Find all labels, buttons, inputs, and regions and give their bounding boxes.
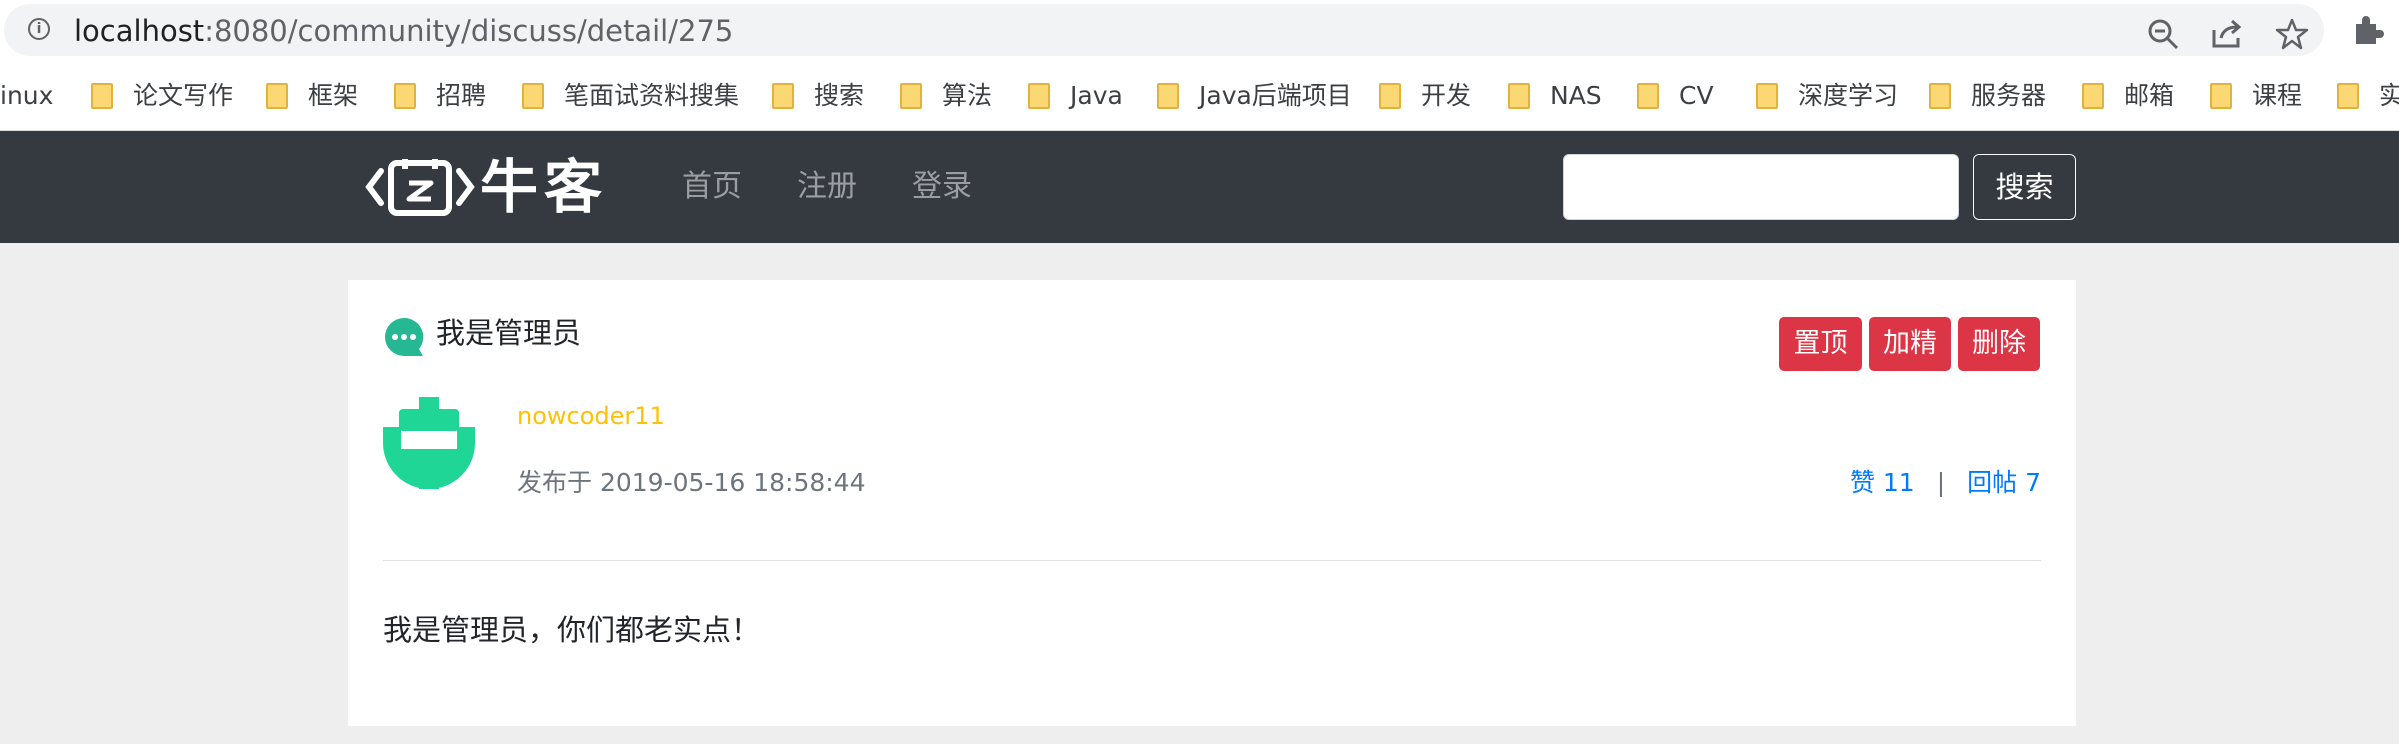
folder-icon — [1157, 83, 1179, 109]
folder-icon — [1756, 83, 1778, 109]
bookmark-folder[interactable]: 论文写作 — [91, 78, 233, 114]
bookmark-folder[interactable]: Java — [1028, 78, 1123, 114]
zoom-icon[interactable] — [2145, 16, 2181, 52]
bookmark-folder[interactable]: 框架 — [266, 78, 358, 114]
bookmark-folder[interactable]: 招聘 — [394, 78, 486, 114]
folder-icon — [91, 83, 113, 109]
avatar[interactable] — [383, 397, 475, 489]
bookmark-folder[interactable]: 算法 — [900, 78, 992, 114]
delete-button[interactable]: 删除 — [1958, 317, 2040, 371]
folder-icon — [1028, 83, 1050, 109]
bookmark-folder[interactable]: 深度学习 — [1756, 78, 1898, 114]
bookmark-folder[interactable]: 实 — [2337, 78, 2399, 114]
bookmark-folder[interactable]: NAS — [1508, 78, 1602, 114]
reply-link[interactable]: 回帖 7 — [1967, 468, 2041, 497]
browser-toolbar: i localhost:8080/community/discuss/detai… — [0, 0, 2399, 61]
brand-name[interactable]: 牛客 — [480, 149, 608, 225]
author-name[interactable]: nowcoder11 — [517, 399, 665, 433]
folder-icon — [394, 83, 416, 109]
post-title: 我是管理员 — [436, 316, 582, 350]
bookmark-folder[interactable]: 课程 — [2210, 78, 2302, 114]
nav-link-home[interactable]: 首页 — [682, 167, 742, 207]
site-navbar: 牛客 首页 注册 登录 搜索 — [0, 131, 2399, 243]
post-stats: 赞 11 | 回帖 7 — [1850, 466, 2041, 500]
bookmark-folder[interactable]: 开发 — [1379, 78, 1471, 114]
extensions-icon[interactable] — [2350, 12, 2386, 48]
url-text[interactable]: localhost:8080/community/discuss/detail/… — [74, 14, 733, 48]
post-time: 发布于 2019-05-16 18:58:44 — [517, 468, 866, 497]
search-button[interactable]: 搜索 — [1973, 154, 2076, 220]
bookmark-folder[interactable]: Java后端项目 — [1157, 78, 1352, 114]
url-path: :8080/community/discuss/detail/275 — [204, 14, 734, 48]
bookmark-star-icon[interactable] — [2274, 16, 2310, 52]
folder-icon — [772, 83, 794, 109]
folder-icon — [522, 83, 544, 109]
chat-bubble-icon — [383, 316, 425, 358]
folder-icon — [2337, 83, 2359, 109]
bookmark-folder[interactable]: 邮箱 — [2082, 78, 2174, 114]
pin-top-button[interactable]: 置顶 — [1779, 317, 1862, 371]
url-host: localhost — [74, 14, 205, 48]
bookmark-item[interactable]: inux — [0, 78, 53, 114]
post-card: 我是管理员 置顶 加精 删除 nowcoder11 发布于 2019-05-16… — [348, 280, 2076, 726]
bookmark-folder[interactable]: CV — [1637, 78, 1714, 114]
folder-icon — [1929, 83, 1951, 109]
folder-icon — [2210, 83, 2232, 109]
folder-icon — [1508, 83, 1530, 109]
bookmark-folder[interactable]: 笔面试资料搜集 — [522, 78, 739, 114]
folder-icon — [266, 83, 288, 109]
bookmark-folder[interactable]: 搜索 — [772, 78, 864, 114]
folder-icon — [1637, 83, 1659, 109]
post-content: 我是管理员，你们都老实点！ — [383, 613, 761, 647]
site-info-icon[interactable]: i — [28, 18, 50, 40]
like-link[interactable]: 赞 11 — [1850, 468, 1915, 497]
bookmarks-bar: inux 论文写作 框架 招聘 笔面试资料搜集 搜索 算法 Java Java后… — [0, 61, 2399, 131]
nav-link-register[interactable]: 注册 — [797, 167, 857, 207]
search-input[interactable] — [1563, 154, 1959, 220]
stats-separator: | — [1936, 468, 1946, 497]
bookmark-folder[interactable]: 服务器 — [1929, 78, 2046, 114]
mark-featured-button[interactable]: 加精 — [1869, 317, 1951, 371]
folder-icon — [1379, 83, 1401, 109]
address-bar[interactable]: i localhost:8080/community/discuss/detai… — [4, 4, 2324, 56]
divider — [383, 560, 2041, 561]
share-icon[interactable] — [2209, 16, 2245, 52]
folder-icon — [2082, 83, 2104, 109]
folder-icon — [900, 83, 922, 109]
nav-link-login[interactable]: 登录 — [912, 167, 972, 207]
